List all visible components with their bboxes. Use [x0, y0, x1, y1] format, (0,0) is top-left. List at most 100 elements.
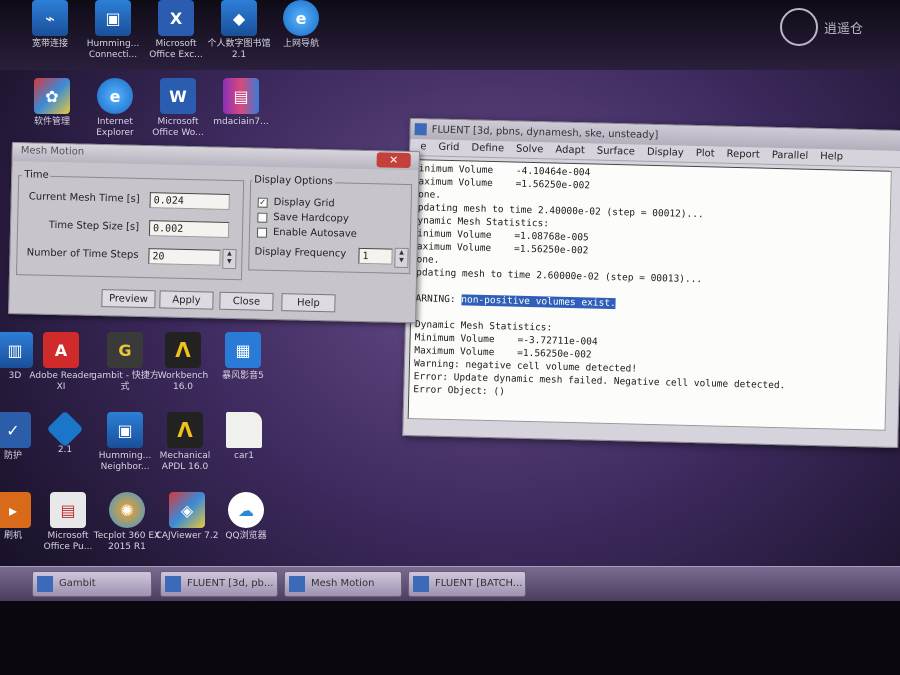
menu-adapt[interactable]: Adapt	[555, 143, 585, 160]
desktop-icon-label: Tecplot 360 EX 2015 R1	[93, 531, 161, 552]
desktop-icon-label: Adobe Reader XI	[29, 371, 93, 392]
desktop-icon-label: 刷机	[3, 531, 22, 541]
fluent-batch-app-icon	[413, 576, 429, 592]
menu-file[interactable]: e	[420, 139, 427, 155]
fluent-console[interactable]: inimum Volume -4.10464e-004 aximum Volum…	[407, 159, 892, 431]
menu-define[interactable]: Define	[471, 141, 504, 158]
orange-app-icon: ▸	[0, 492, 31, 528]
taskbar-button-fluent[interactable]: FLUENT [3d, pb...	[160, 571, 278, 597]
watermark-logo: 逍遥仓	[780, 8, 863, 46]
network-neighbor-icon: ▣	[107, 412, 143, 448]
taskbar-button-label: Mesh Motion	[311, 578, 375, 589]
ansys-apdl-icon: Λ	[167, 412, 203, 448]
num-time-steps-stepper[interactable]: ▲ ▼	[222, 248, 237, 270]
desktop-icon-winrar[interactable]: ▤ mdaciain7...	[206, 78, 276, 128]
taskbar-button-fluent-batch[interactable]: FLUENT [BATCH...	[408, 571, 526, 597]
word-icon: W	[160, 78, 196, 114]
library-icon: ◆	[221, 0, 257, 36]
gambit-app-icon	[37, 576, 53, 592]
display-grid-check-icon[interactable]: ✓	[257, 197, 268, 208]
cajviewer-icon: ◈	[169, 492, 205, 528]
menu-plot[interactable]: Plot	[696, 146, 715, 162]
tecplot-icon: ✺	[109, 492, 145, 528]
network-icon: ⌁	[32, 0, 68, 36]
fluent-window[interactable]: FLUENT [3d, pbns, dynamesh, ske, unstead…	[402, 118, 900, 449]
mesh-motion-dialog[interactable]: Mesh Motion ✕ Time Current Mesh Time [s]…	[8, 142, 420, 324]
desktop-icon-hummingbird-connectivity[interactable]: ▣ Humming... Connecti...	[78, 0, 148, 61]
menu-display[interactable]: Display	[647, 145, 684, 162]
desktop-icon-label: Humming... Neighbor...	[98, 451, 152, 472]
save-hardcopy-check-icon[interactable]	[257, 212, 268, 223]
desktop-icon-word[interactable]: W Microsoft Office Wo...	[143, 78, 213, 139]
desktop-icon-label: QQ浏览器	[225, 531, 267, 541]
security-shield-icon: ✓	[0, 412, 31, 448]
desktop-icon-internet-explorer[interactable]: e Internet Explorer	[80, 78, 150, 139]
taskbar: Gambit FLUENT [3d, pb... Mesh Motion FLU…	[0, 566, 900, 601]
taskbar-button-gambit[interactable]: Gambit	[32, 571, 152, 597]
close-icon[interactable]: ✕	[376, 152, 411, 169]
desktop-icon-label: Internet Explorer	[96, 117, 134, 138]
desktop-icon-adobe-reader[interactable]: A Adobe Reader XI	[26, 332, 96, 393]
desktop-icon-label: CAJViewer 7.2	[155, 531, 219, 541]
desktop-icon-label: car1	[234, 451, 254, 461]
desktop-icon-label: Microsoft Office Wo...	[152, 117, 204, 138]
desktop-icon-car1[interactable]: car1	[209, 412, 279, 462]
taskbar-button-label: Gambit	[59, 578, 96, 589]
mesh-motion-title-bar[interactable]: Mesh Motion ✕	[12, 143, 419, 171]
menu-parallel[interactable]: Parallel	[772, 148, 809, 165]
warning-highlight[interactable]: non-positive volumes exist.	[461, 294, 616, 310]
network-app-icon: ▣	[95, 0, 131, 36]
apply-button[interactable]: Apply	[159, 290, 214, 310]
taskbar-button-label: FLUENT [3d, pb...	[187, 578, 274, 589]
close-button[interactable]: Close	[219, 291, 274, 311]
desktop-icon-broadband[interactable]: ⌁ 宽带连接	[15, 0, 85, 50]
desktop-icon-label: Workbench 16.0	[157, 371, 209, 392]
enable-autosave-checkbox[interactable]: Enable Autosave	[256, 226, 357, 240]
menu-surface[interactable]: Surface	[597, 144, 635, 161]
menu-grid[interactable]: Grid	[438, 140, 459, 157]
desktop-icon-label: 个人数字图书馆2.1	[207, 39, 271, 60]
desktop-icon-web-nav[interactable]: e 上网导航	[266, 0, 336, 50]
desktop-icon-label: Microsoft Office Exc...	[149, 39, 203, 60]
enable-autosave-check-icon[interactable]	[256, 227, 268, 238]
desktop-icon-label: 软件管理	[33, 117, 70, 127]
taskbar-button-mesh-motion[interactable]: Mesh Motion	[284, 571, 402, 597]
menu-report[interactable]: Report	[726, 147, 760, 164]
save-hardcopy-label: Save Hardcopy	[273, 211, 350, 225]
mesh-motion-title: Mesh Motion	[20, 145, 85, 158]
fluent-app-icon	[165, 576, 181, 592]
desktop-icon-digital-library[interactable]: ◆ 个人数字图书馆2.1	[204, 0, 274, 61]
qq-browser-icon: ☁	[228, 492, 264, 528]
num-time-steps-field[interactable]: 20	[148, 248, 221, 266]
preview-button[interactable]: Preview	[101, 289, 156, 309]
ie-nav-icon: e	[283, 0, 319, 36]
menu-help[interactable]: Help	[820, 149, 843, 166]
winrar-icon: ▤	[223, 78, 259, 114]
display-options-group-label: Display Options	[252, 174, 335, 188]
desktop-icon-label: Microsoft Office Pu...	[43, 531, 93, 552]
help-button[interactable]: Help	[281, 293, 336, 313]
warning-prefix: ARNING:	[415, 293, 462, 306]
watermark-text: 逍遥仓	[824, 21, 864, 37]
taskbar-button-label: FLUENT [BATCH...	[435, 578, 523, 589]
desktop-icon-label: Mechanical APDL 16.0	[159, 451, 211, 472]
menu-solve[interactable]: Solve	[516, 142, 544, 159]
fluent-logo-icon	[414, 123, 427, 136]
pdf-icon: A	[43, 332, 79, 368]
display-frequency-field[interactable]: 1	[358, 247, 393, 265]
current-mesh-time-field[interactable]: 0.024	[149, 192, 230, 210]
desktop-icon-software-manager[interactable]: ✿ 软件管理	[17, 78, 87, 128]
save-hardcopy-checkbox[interactable]: Save Hardcopy	[257, 212, 349, 225]
desktop-icon-label: 防护	[3, 451, 22, 461]
ie-icon: e	[97, 78, 133, 114]
media-player-icon: ▦	[225, 332, 261, 368]
desktop-icon-media-player[interactable]: ▦ 暴风影音5	[208, 332, 278, 382]
desktop-icon-qq-browser[interactable]: ☁ QQ浏览器	[211, 492, 281, 542]
time-step-size-field[interactable]: 0.002	[148, 220, 230, 238]
desktop-icon-label: 暴风影音5	[222, 371, 264, 381]
display-frequency-stepper[interactable]: ▲ ▼	[394, 247, 409, 269]
display-grid-checkbox[interactable]: ✓ Display Grid	[257, 197, 335, 209]
desktop-icon-excel[interactable]: X Microsoft Office Exc...	[141, 0, 211, 61]
gambit-icon: G	[107, 332, 143, 368]
enable-autosave-label: Enable Autosave	[272, 226, 357, 240]
